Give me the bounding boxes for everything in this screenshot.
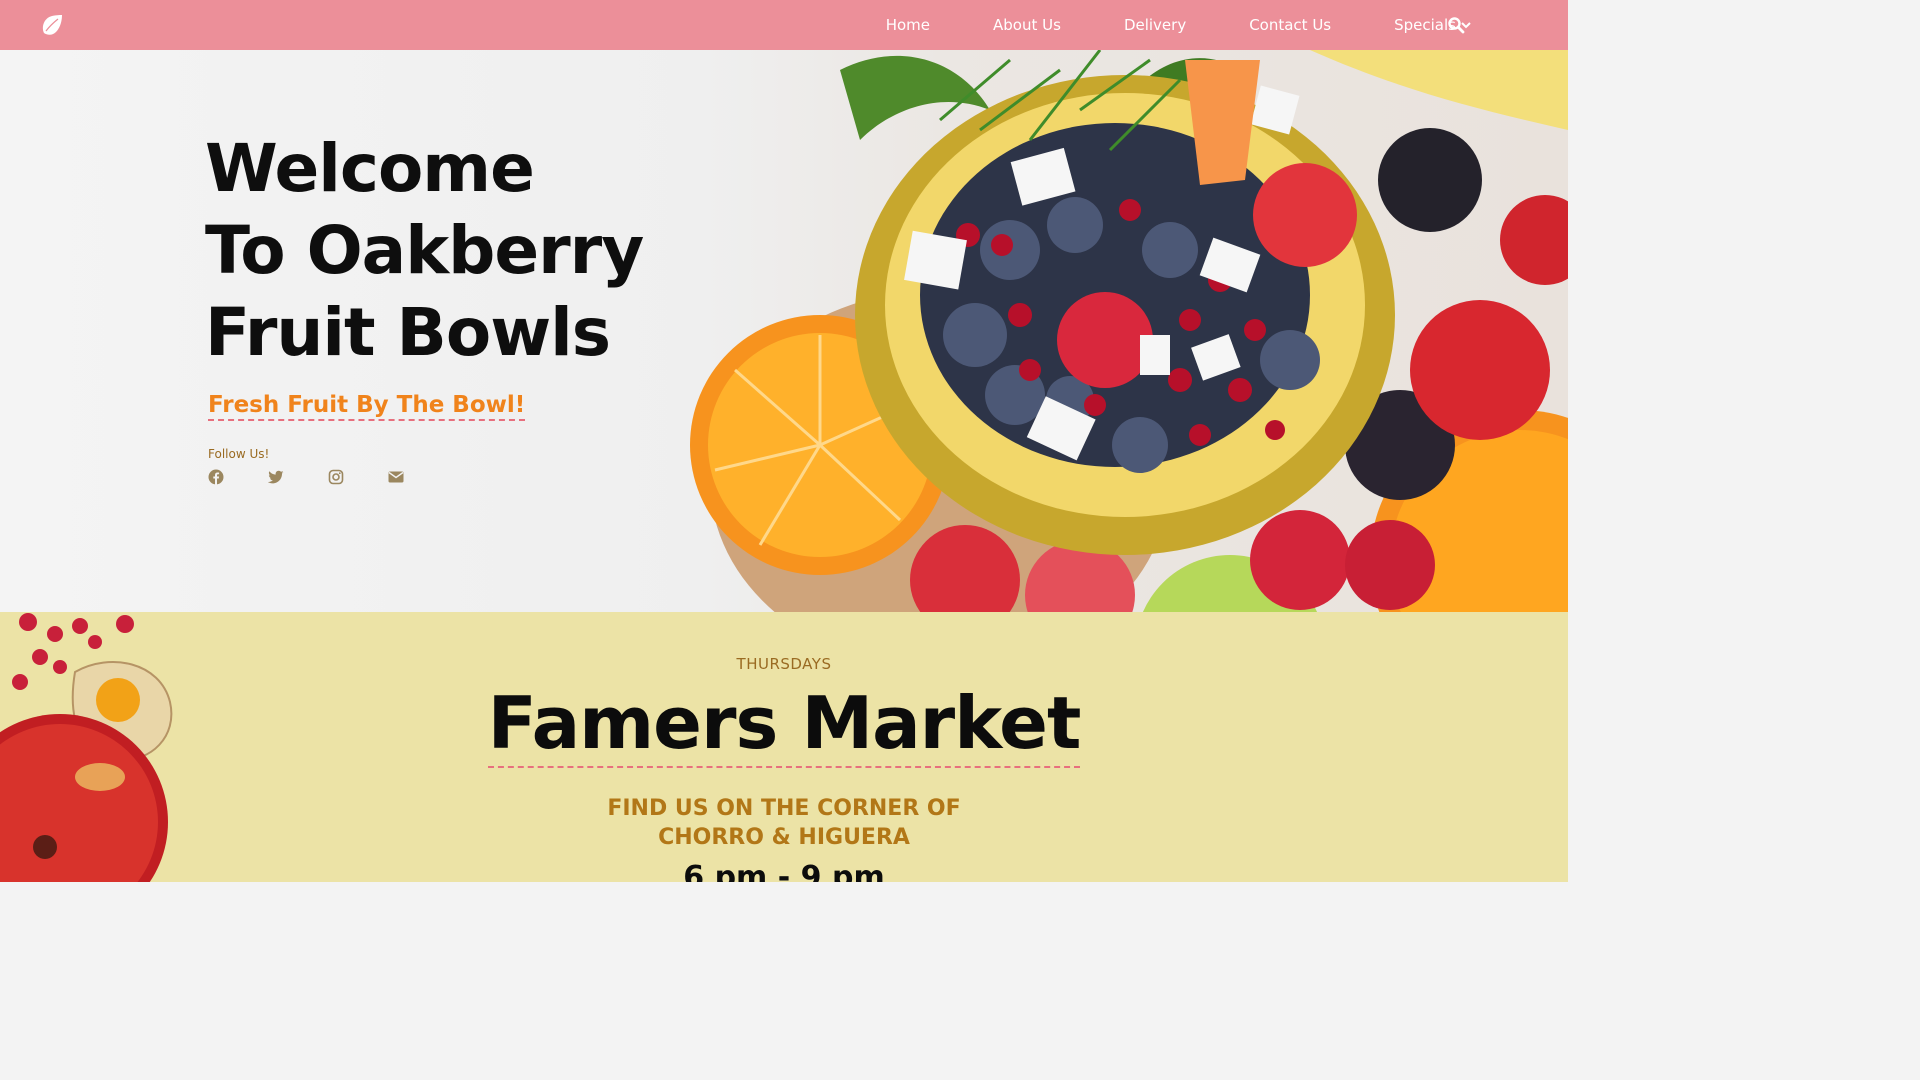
- nav-contact-label: Contact Us: [1249, 16, 1332, 34]
- nav-delivery[interactable]: Delivery: [1124, 16, 1186, 34]
- market-title: Famers Market: [487, 680, 1081, 768]
- nav-contact-us[interactable]: Contact Us: [1249, 16, 1331, 34]
- hero-section: Welcome To Oakberry Fruit Bowls Fresh Fr…: [0, 50, 1568, 612]
- nav-about-us[interactable]: About Us: [993, 16, 1061, 34]
- facebook-icon[interactable]: [208, 469, 224, 485]
- instagram-icon[interactable]: [328, 469, 344, 485]
- nav-links: Home About Us Delivery Contact Us Specia…: [886, 0, 1472, 50]
- lemon-logo-icon[interactable]: [40, 13, 64, 37]
- hero-title-line-3: Fruit Bowls: [205, 294, 611, 371]
- nav-delivery-label: Delivery: [1123, 16, 1187, 34]
- nav-home-label: Home: [885, 16, 931, 34]
- search-icon[interactable]: [1447, 16, 1465, 34]
- market-location-line-2: CHORRO & HIGUERA: [658, 825, 910, 850]
- hero-title: Welcome To Oakberry Fruit Bowls: [205, 128, 644, 374]
- top-navbar: Home About Us Delivery Contact Us Specia…: [0, 0, 1568, 50]
- social-links: [208, 469, 448, 485]
- market-hours: 6 pm - 9 pm: [683, 860, 885, 882]
- market-location-line-1: FIND US ON THE CORNER OF: [607, 796, 961, 821]
- market-day: THURSDAYS: [736, 655, 832, 673]
- market-title-wrap: Famers Market: [0, 680, 1568, 768]
- follow-us-label: Follow Us!: [208, 447, 270, 461]
- market-location: FIND US ON THE CORNER OF CHORRO & HIGUER…: [0, 794, 1568, 852]
- farmers-market-section: THURSDAYS Famers Market FIND US ON THE C…: [0, 612, 1568, 882]
- hero-title-line-2: To Oakberry: [205, 212, 644, 289]
- nav-about-label: About Us: [993, 16, 1061, 34]
- hero-title-line-1: Welcome: [205, 130, 535, 207]
- hero-tagline-link[interactable]: Fresh Fruit By The Bowl!: [208, 392, 526, 421]
- twitter-icon[interactable]: [268, 469, 284, 485]
- nav-home[interactable]: Home: [886, 16, 930, 34]
- envelope-icon[interactable]: [388, 469, 404, 485]
